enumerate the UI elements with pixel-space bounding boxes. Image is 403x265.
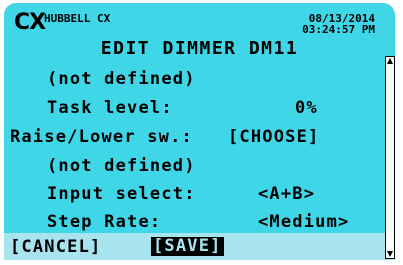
raise-lower-label: Raise/Lower sw.: — [10, 127, 193, 147]
step-rate-value[interactable]: <Medium> — [258, 214, 349, 231]
scrollbar[interactable] — [385, 56, 395, 259]
row-not-defined-2[interactable]: (not defined) — [47, 158, 196, 175]
time-readout: 03:24:57 PM — [302, 23, 375, 36]
scroll-thumb[interactable] — [388, 67, 392, 127]
cancel-button[interactable]: [CANCEL] — [10, 239, 101, 256]
lcd-screen: CX HUBBELL CX 08/13/2014 03:24:57 PM EDI… — [4, 3, 395, 233]
input-select-label: Input select: — [47, 184, 196, 204]
raise-lower-choose-button[interactable]: [CHOOSE] — [228, 129, 319, 146]
scroll-up-arrow-icon[interactable] — [387, 58, 393, 64]
row-not-defined-1[interactable]: (not defined) — [47, 71, 196, 88]
brand-label: HUBBELL CX — [44, 12, 111, 25]
cx-logo: CX — [14, 10, 46, 35]
lcd-display: CX HUBBELL CX 08/13/2014 03:24:57 PM EDI… — [0, 0, 403, 265]
input-select-value[interactable]: <A+B> — [258, 186, 315, 203]
page-title: EDIT DIMMER DM11 — [100, 38, 299, 59]
step-rate-label: Step Rate: — [47, 212, 162, 232]
task-level-value[interactable]: 0% — [295, 100, 318, 117]
save-button[interactable]: [SAVE] — [151, 237, 224, 256]
scroll-down-arrow-icon[interactable] — [387, 251, 393, 257]
task-level-label: Task level: — [47, 98, 173, 118]
